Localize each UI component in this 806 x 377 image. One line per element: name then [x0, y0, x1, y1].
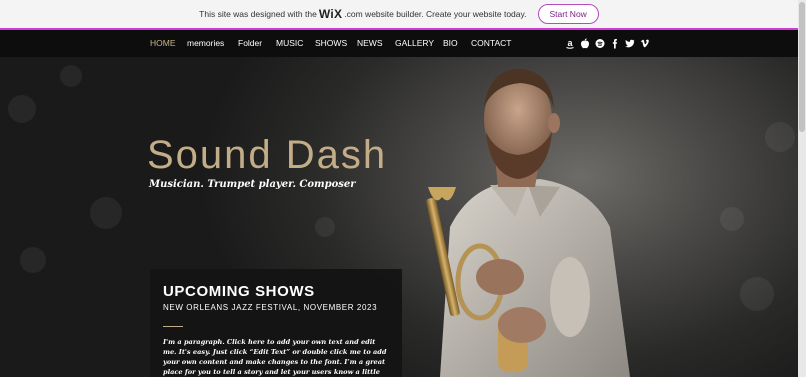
amazon-icon[interactable]: a	[565, 38, 575, 49]
bokeh-light	[90, 197, 122, 229]
divider	[163, 326, 183, 327]
bokeh-light	[315, 217, 335, 237]
nav-item-memories[interactable]: memories	[187, 30, 224, 57]
musician-photo	[426, 68, 630, 377]
nav-item-bio[interactable]: BIO	[443, 30, 458, 57]
nav-item-shows[interactable]: SHOWS	[315, 30, 347, 57]
bokeh-light	[740, 277, 774, 311]
shows-paragraph: I'm a paragraph. Click here to add your …	[163, 338, 387, 376]
bokeh-light	[8, 95, 36, 123]
upcoming-shows-heading: UPCOMING SHOWS	[163, 283, 315, 300]
scrollbar-thumb[interactable]	[799, 2, 805, 132]
site-title: Sound Dash	[147, 133, 388, 177]
bokeh-light	[720, 207, 744, 231]
nav-item-folder[interactable]: Folder	[238, 30, 262, 57]
page-scrollbar[interactable]	[798, 0, 806, 377]
bokeh-light	[20, 247, 46, 273]
nav-item-gallery[interactable]: GALLERY	[395, 30, 434, 57]
bokeh-light	[60, 65, 82, 87]
wix-promo-banner: This site was designed with the WiX .com…	[0, 0, 798, 30]
wix-logo: WiX	[318, 7, 343, 21]
bokeh-light	[765, 122, 795, 152]
apple-icon[interactable]	[580, 38, 590, 49]
svg-text:a: a	[567, 38, 573, 48]
hero-section: Sound Dash Musician. Trumpet player. Com…	[0, 57, 798, 377]
twitter-icon[interactable]	[625, 38, 635, 49]
site-subtitle: Musician. Trumpet player. Composer	[149, 179, 356, 190]
banner-text-before: This site was designed with the	[199, 9, 317, 19]
vimeo-icon[interactable]	[640, 38, 650, 49]
spotify-icon[interactable]	[595, 38, 605, 49]
show-event-name: NEW ORLEANS JAZZ FESTIVAL, NOVEMBER 2023	[163, 303, 378, 312]
upcoming-shows-panel: UPCOMING SHOWS NEW ORLEANS JAZZ FESTIVAL…	[150, 269, 402, 377]
nav-item-news[interactable]: NEWS	[357, 30, 383, 57]
nav-item-home[interactable]: HOME	[150, 30, 176, 57]
banner-text-after: .com website builder. Create your websit…	[344, 9, 527, 19]
nav-item-music[interactable]: MUSIC	[276, 30, 303, 57]
nav-item-contact[interactable]: CONTACT	[471, 30, 511, 57]
main-nav: HOME memories Folder MUSIC SHOWS NEWS GA…	[0, 30, 798, 57]
start-now-button[interactable]: Start Now	[537, 4, 599, 24]
facebook-icon[interactable]	[610, 38, 620, 49]
